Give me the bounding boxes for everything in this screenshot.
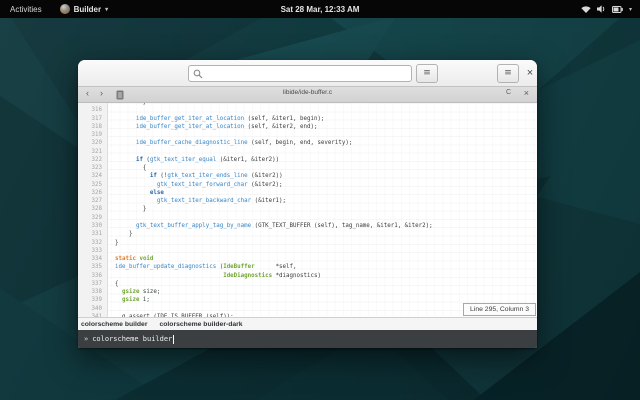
language-indicator[interactable]: C (506, 89, 511, 96)
line-number[interactable]: 319 (78, 131, 102, 139)
line-number[interactable]: 338 (78, 288, 102, 296)
line-number[interactable]: 323 (78, 164, 102, 172)
search-icon (193, 69, 203, 79)
builder-window: ≡ ≡ × ‹ › libide/ide-buffer.c C × 315316… (78, 60, 537, 348)
line-number[interactable]: 337 (78, 280, 102, 288)
line-number[interactable]: 331 (78, 230, 102, 238)
code-line[interactable]: } (115, 230, 537, 238)
code-line[interactable] (115, 148, 537, 156)
code-line[interactable]: if (!gtk_text_iter_ends_line (&iter2)) (115, 172, 537, 180)
line-number[interactable]: 328 (78, 205, 102, 213)
suggestion-item[interactable]: colorscheme builder-dark (159, 321, 242, 328)
header-bar: ≡ ≡ × (78, 60, 537, 87)
line-number[interactable]: 333 (78, 247, 102, 255)
code-line[interactable]: ide_buffer_get_iter_at_location (self, &… (115, 123, 537, 131)
line-number[interactable]: 322 (78, 156, 102, 164)
code-line[interactable] (115, 131, 537, 139)
line-number[interactable]: 316 (78, 106, 102, 114)
line-number[interactable]: 324 (78, 172, 102, 180)
line-number[interactable]: 340 (78, 305, 102, 313)
line-number[interactable]: 326 (78, 189, 102, 197)
code-line[interactable]: ide_buffer_get_iter_at_location (self, &… (115, 115, 537, 123)
code-line[interactable]: else (115, 189, 537, 197)
line-number[interactable]: 321 (78, 148, 102, 156)
chevron-down-icon: ▾ (629, 6, 632, 13)
network-icon (581, 5, 591, 13)
code-line[interactable]: } (115, 205, 537, 213)
code-line[interactable]: static void (115, 255, 537, 263)
code-line[interactable]: gsize size; (115, 288, 537, 296)
suggestion-item[interactable]: colorscheme builder (81, 321, 147, 328)
code-line[interactable]: gtk_text_buffer_apply_tag_by_name (GTK_T… (115, 222, 537, 230)
command-input-text: colorscheme builder (92, 335, 172, 343)
line-number[interactable]: 334 (78, 255, 102, 263)
cursor-position-indicator: Line 295, Column 3 (463, 303, 536, 316)
code-line[interactable] (115, 247, 537, 255)
document-bar: ‹ › libide/ide-buffer.c C × (78, 87, 537, 103)
line-number[interactable]: 329 (78, 214, 102, 222)
code-line[interactable]: ide_buffer_cache_diagnostic_line (self, … (115, 139, 537, 147)
top-bar: Activities Builder ▾ Sat 28 Mar, 12:33 A… (0, 0, 640, 18)
code-line[interactable]: gtk_text_iter_forward_char (&iter2); (115, 181, 537, 189)
command-suggestions: colorscheme builder colorscheme builder-… (78, 317, 537, 330)
code-line[interactable]: IdeDiagnostics *diagnostics) (115, 272, 537, 280)
line-number-gutter[interactable]: 3153163173183193203213223233243253263273… (78, 103, 108, 317)
line-number[interactable]: 327 (78, 197, 102, 205)
code-line[interactable] (115, 106, 537, 114)
search-options-button[interactable]: ≡ (416, 64, 438, 83)
line-number[interactable]: 325 (78, 181, 102, 189)
code-line[interactable]: gtk_text_iter_backward_char (&iter1); (115, 197, 537, 205)
line-number[interactable]: 336 (78, 272, 102, 280)
command-bar[interactable]: » colorscheme builder (78, 330, 537, 348)
battery-icon (612, 6, 623, 13)
source-editor[interactable]: 3153163173183193203213223233243253263273… (78, 103, 537, 317)
code-line[interactable]: ide_buffer_update_diagnostics (IdeBuffer… (115, 263, 537, 271)
clock[interactable]: Sat 28 Mar, 12:33 AM (0, 5, 640, 14)
line-number[interactable]: 341 (78, 313, 102, 317)
line-number[interactable]: 318 (78, 123, 102, 131)
document-title: libide/ide-buffer.c (78, 89, 537, 96)
line-number[interactable]: 339 (78, 296, 102, 304)
volume-icon (597, 5, 606, 13)
gear-menu-button[interactable]: ≡ (497, 64, 519, 83)
line-number[interactable]: 317 (78, 115, 102, 123)
line-number[interactable]: 332 (78, 239, 102, 247)
code-line[interactable] (115, 214, 537, 222)
search-input[interactable] (203, 69, 407, 78)
line-number[interactable]: 335 (78, 263, 102, 271)
code-line[interactable]: } (115, 239, 537, 247)
line-number[interactable]: 330 (78, 222, 102, 230)
line-number[interactable]: 320 (78, 139, 102, 147)
command-prompt: » (84, 335, 88, 343)
code-line[interactable]: { (115, 164, 537, 172)
search-box[interactable] (188, 65, 412, 82)
document-close-button[interactable]: × (524, 88, 529, 98)
code-lines[interactable]: } ide_buffer_get_iter_at_location (self,… (115, 103, 537, 317)
code-line[interactable]: if (gtk_text_iter_equal (&iter1, &iter2)… (115, 156, 537, 164)
code-line[interactable]: { (115, 280, 537, 288)
text-cursor (173, 335, 174, 344)
system-status-area[interactable]: ▾ (581, 5, 640, 13)
window-close-button[interactable]: × (522, 64, 537, 83)
